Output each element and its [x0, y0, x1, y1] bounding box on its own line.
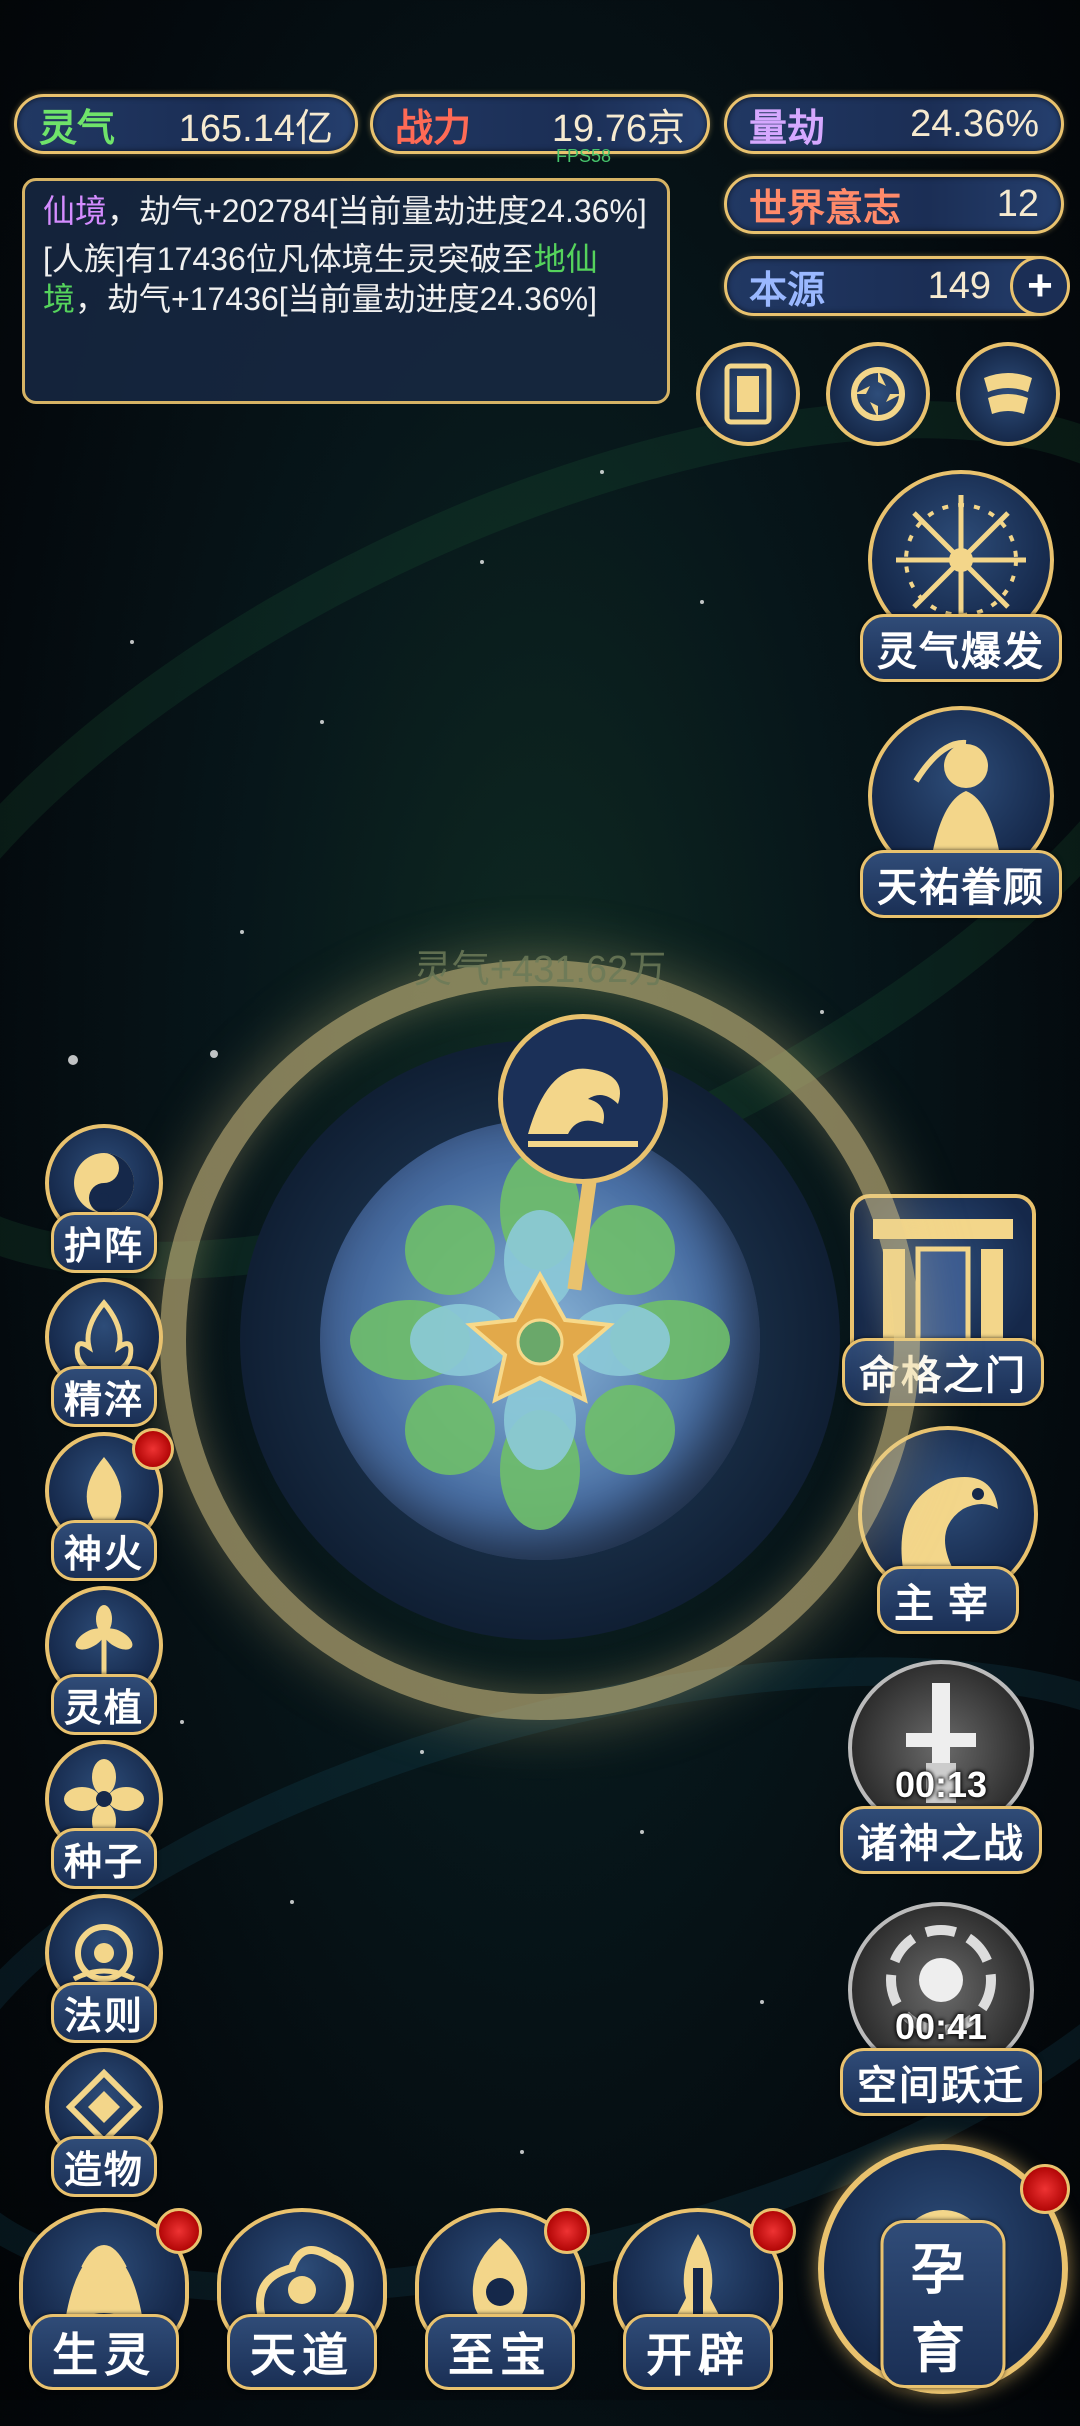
burst-icon [896, 495, 1026, 625]
space-jump-button[interactable]: 00:41 空间跃迁 [836, 1902, 1046, 2116]
world-will-value: 12 [996, 182, 1039, 225]
left-button-label: 灵植 [50, 1674, 157, 1735]
cycle-button[interactable] [826, 342, 930, 446]
lingqi-gain-text: 灵气+431.62万 [413, 949, 667, 991]
resource-lingqi: 灵气 165.14亿 [14, 94, 358, 154]
add-benyuan-button[interactable]: + [1010, 256, 1070, 316]
swirl-icon [851, 367, 905, 421]
lingqi-label: 灵气 [39, 107, 116, 150]
world-will-label: 世界意志 [749, 187, 902, 230]
planet [320, 1120, 760, 1560]
nav-kai-pi[interactable]: 开辟 [608, 2208, 796, 2390]
notification-dot [156, 2208, 202, 2254]
benyuan-label: 本源 [749, 269, 826, 312]
nav-label: 天道 [227, 2314, 377, 2390]
liangjie-label: 量劫 [749, 107, 826, 150]
fire-icon [86, 1457, 122, 1527]
lotus-icon [350, 1150, 730, 1530]
left-button-fa-ze[interactable]: 法则 [40, 1894, 168, 2043]
liangjie-value: 24.36% [910, 102, 1039, 145]
nav-sheng-ling[interactable]: 生灵 [14, 2208, 202, 2390]
gods-war-label: 诸神之战 [840, 1806, 1042, 1874]
yin-yang-icon [74, 1153, 134, 1213]
wave-icon [528, 1068, 638, 1147]
card-icon [724, 363, 772, 425]
lingqi-value: 165.14亿 [178, 107, 333, 150]
nav-zhi-bao[interactable]: 至宝 [410, 2208, 590, 2390]
wave-badge[interactable] [498, 1014, 668, 1184]
nav-label: 至宝 [425, 2314, 575, 2390]
left-button-jing-cui[interactable]: 精淬 [40, 1278, 168, 1427]
notification-dot [750, 2208, 796, 2254]
left-button-label: 种子 [50, 1828, 157, 1889]
left-button-label: 神火 [50, 1520, 157, 1581]
resource-zhanli: 战力 19.76京 [370, 94, 710, 154]
zhanli-value: 19.76京 [551, 107, 685, 150]
nav-label: 开辟 [623, 2314, 773, 2390]
diamond-icon [65, 2068, 143, 2146]
zhanli-label: 战力 [395, 107, 472, 150]
log-highlight: 仙境 [43, 193, 108, 229]
benyuan-value: 149 [927, 264, 991, 307]
blessing-label: 天祐眷顾 [860, 850, 1062, 918]
left-button-hu-zhen[interactable]: 护阵 [40, 1124, 168, 1273]
left-button-label: 护阵 [50, 1212, 157, 1273]
blessing-button[interactable]: 天祐眷顾 [856, 706, 1066, 918]
scroll-button[interactable] [956, 342, 1060, 446]
left-button-zhong-zi[interactable]: 种子 [40, 1740, 168, 1889]
world-orb[interactable] [160, 960, 920, 1720]
fps-counter: FPS58 [556, 146, 612, 166]
left-button-ling-zhi[interactable]: 灵植 [40, 1586, 168, 1735]
flame-icon [74, 1299, 134, 1376]
lingqi-burst-button[interactable]: 灵气爆发 [856, 470, 1066, 682]
log-text: ，劫气+202784[当前量劫进度24.36%] [107, 193, 647, 229]
resource-world-will: 世界意志 12 [724, 174, 1064, 234]
nav-tian-dao[interactable]: 天道 [212, 2208, 392, 2390]
yun-yu-label: 孕育 [880, 2220, 1006, 2388]
notification-dot [544, 2208, 590, 2254]
notification-dot [132, 1428, 174, 1470]
plant-icon [75, 1605, 133, 1681]
plus-icon: + [1027, 261, 1053, 310]
goddess-icon [913, 739, 1001, 861]
card-button[interactable] [696, 342, 800, 446]
log-entry: 仙境，劫气+202784[当前量劫进度24.36%] [43, 191, 649, 231]
left-button-label: 造物 [50, 2136, 157, 2197]
gods-war-timer: 00:13 [894, 1764, 988, 1805]
space-jump-label: 空间跃迁 [840, 2048, 1042, 2116]
left-button-zao-wu[interactable]: 造物 [40, 2048, 168, 2197]
left-button-label: 精淬 [50, 1366, 157, 1427]
notification-dot [1020, 2164, 1070, 2214]
nav-label: 生灵 [29, 2314, 179, 2390]
scroll-icon [984, 373, 1032, 414]
resource-liangjie: 量劫 24.36% [724, 94, 1064, 154]
space-jump-timer: 00:41 [894, 2006, 988, 2047]
log-entry: [人族]有17436位凡体境生灵突破至地仙境，劫气+17436[当前量劫进度24… [43, 239, 649, 319]
left-button-label: 法则 [50, 1982, 157, 2043]
flower-icon [64, 1759, 144, 1839]
log-text: ，劫气+17436[当前量劫进度24.36%] [75, 281, 598, 317]
event-log: 仙境，劫气+202784[当前量劫进度24.36%] [人族]有17436位凡体… [22, 178, 670, 404]
yun-yu-button[interactable]: 孕育 [818, 2144, 1070, 2394]
log-text: [人族]有17436位凡体境生灵突破至 [43, 241, 534, 277]
left-button-shen-huo[interactable]: 神火 [40, 1428, 174, 1581]
rune-icon [72, 1924, 136, 1982]
lingqi-burst-label: 灵气爆发 [860, 614, 1062, 682]
